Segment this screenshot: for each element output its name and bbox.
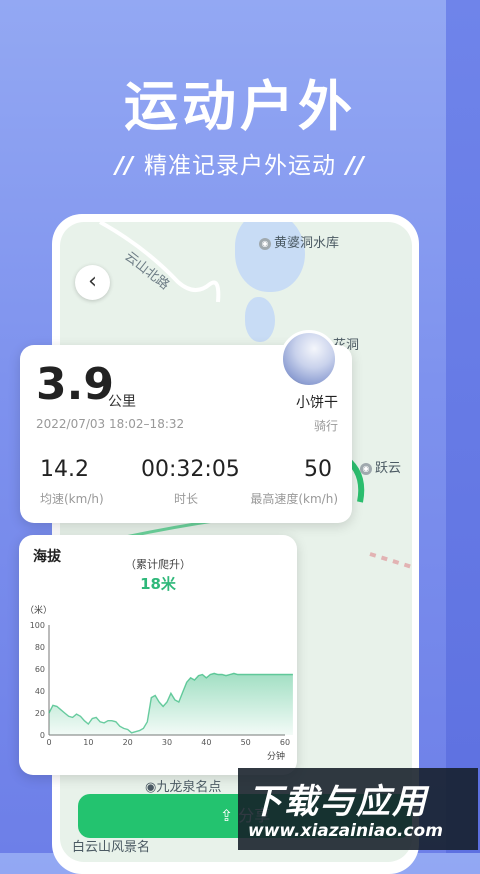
chevron-left-icon: ‹ [88, 269, 97, 294]
distance-value: 3.9 [36, 359, 114, 410]
activity-type: 骑行 [313, 419, 338, 433]
poi-pin-icon: ◉ [259, 238, 271, 250]
poi-pin-icon: ◉ [145, 780, 157, 795]
decor-slash-left: // [115, 153, 134, 179]
elevation-card: 海拔 （累计爬升） 18米 （米） 分钟 0 20 40 60 80 100 0 10 20 30… [19, 535, 297, 775]
watermark-en: www.xiazainiao.com [248, 821, 443, 841]
share-icon: ⇪ [219, 806, 239, 825]
x-axis-unit: 分钟 [267, 750, 285, 762]
poi-baiyun: 白云山风景名 [72, 840, 151, 855]
poi-reservoir: ◉ 黄婆洞水库 [259, 232, 339, 251]
y-axis-unit: （米） [25, 604, 52, 616]
x-tick-label: 30 [162, 738, 172, 747]
watermark: 下载与应用 www.xiazainiao.com [238, 768, 478, 850]
distance-unit: 公里 [108, 394, 136, 410]
stats-card: 3.9 公里 2022/07/03 18:02–18:32 小饼干 骑行 14.… [20, 330, 352, 523]
x-tick-label: 20 [123, 738, 133, 747]
subheadline-row: // 精准记录户外运动 // [0, 146, 480, 180]
y-tick-label: 0 [40, 731, 45, 740]
user-name: 小饼干 [296, 395, 338, 411]
y-tick-label: 80 [35, 643, 45, 652]
x-tick-label: 60 [280, 738, 290, 747]
watermark-cn: 下载与应用 [248, 782, 428, 822]
x-tick-label: 40 [201, 738, 211, 747]
user-avatar[interactable] [280, 330, 338, 388]
activity-datetime: 2022/07/03 18:02–18:32 [36, 417, 185, 431]
avg-speed-value: 14.2 [40, 457, 89, 482]
poi-jiulong: ◉九龙泉名点 [145, 780, 222, 795]
max-speed-value: 50 [304, 457, 332, 482]
x-tick-label: 0 [46, 738, 51, 747]
headline: 运动户外 [124, 75, 356, 138]
y-tick-label: 60 [35, 665, 45, 674]
subheadline: 精准记录户外运动 [144, 153, 336, 179]
y-tick-label: 20 [35, 709, 45, 718]
avg-speed-label: 均速(km/h) [40, 492, 104, 506]
decor-slash-right: // [346, 153, 365, 179]
max-speed-label: 最高速度(km/h) [250, 492, 338, 506]
x-tick-label: 50 [241, 738, 251, 747]
poi-yueyun: ◉ 跃云 [360, 457, 401, 476]
y-tick-label: 100 [30, 621, 45, 630]
x-tick-label: 10 [83, 738, 93, 747]
elevation-chart: （米） 分钟 0 20 40 60 80 100 0 10 20 30 40 50 60 [25, 604, 293, 762]
duration-label: 时长 [174, 492, 199, 506]
poi-pin-icon: ◉ [360, 463, 372, 475]
elevation-area [49, 673, 293, 735]
duration-value: 00:32:05 [141, 457, 240, 482]
y-tick-label: 40 [35, 687, 45, 696]
back-button[interactable]: ‹ [75, 265, 110, 300]
